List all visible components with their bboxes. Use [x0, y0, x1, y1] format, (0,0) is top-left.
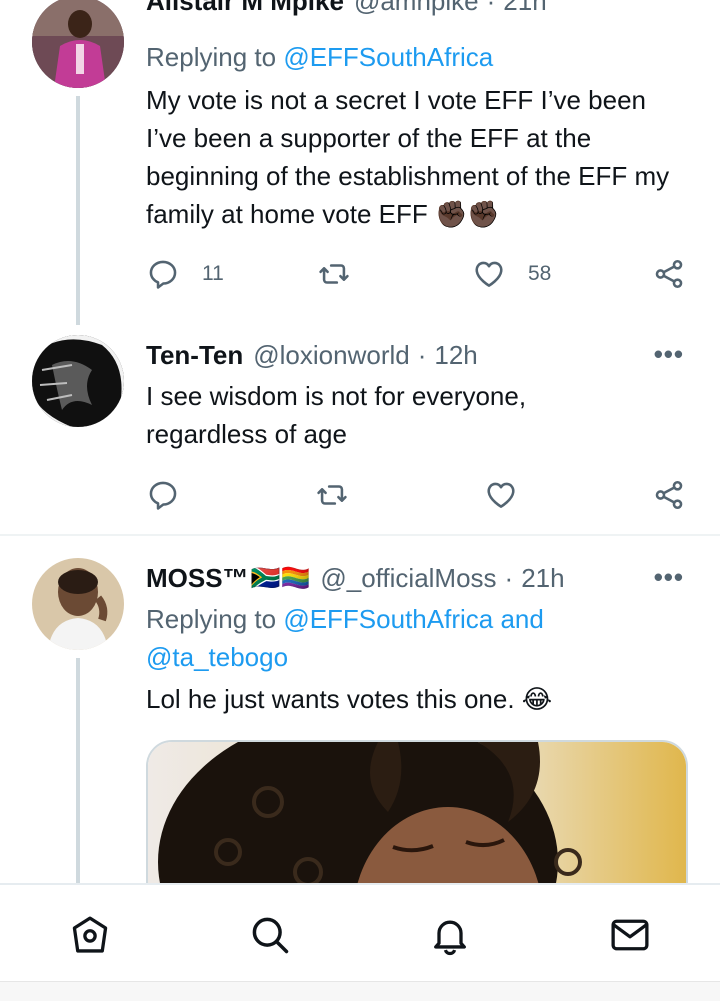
timestamp[interactable]: 21h: [503, 0, 546, 17]
thread-line: [76, 658, 80, 883]
tweet-text: I see wisdom is not for everyone, regard…: [146, 377, 606, 453]
replying-to-link[interactable]: @EFFSouthAfrica and: [283, 604, 544, 634]
home-tab[interactable]: [68, 913, 112, 957]
like-count: 58: [528, 262, 552, 285]
timestamp[interactable]: 12h: [434, 340, 477, 371]
tweet-header: Alistair M Mpike @amnpike · 21h: [146, 0, 547, 22]
like-button[interactable]: 58: [472, 254, 551, 294]
bottom-navigation: [0, 883, 720, 981]
raised-fist-emoji: ✊🏿✊🏿: [435, 199, 500, 229]
laughing-emoji: 😂: [521, 684, 553, 714]
notifications-icon: [434, 920, 466, 956]
home-icon: [72, 916, 108, 953]
tweet-header: Ten-Ten @loxionworld · 12h: [146, 339, 478, 371]
separator-dot: ·: [486, 0, 496, 16]
retweet-button[interactable]: [316, 254, 352, 294]
retweet-icon: [317, 485, 347, 505]
tweet-tenten[interactable]: Ten-Ten @loxionworld · 12h ••• I see wis…: [0, 325, 720, 535]
reply-count: 11: [202, 262, 224, 285]
avatar-photo: [32, 558, 124, 650]
replying-to-label: Replying to: [146, 604, 277, 634]
share-icon: [655, 480, 683, 510]
more-options-button[interactable]: •••: [654, 339, 684, 370]
tweet-actions: 11 58: [146, 254, 691, 294]
avatar-photo: [32, 335, 124, 427]
replying-to-label: Replying to: [146, 42, 277, 72]
flag-emojis: 🇿🇦🏳️‍🌈: [250, 564, 311, 592]
heart-icon: [487, 482, 515, 508]
tweet-actions: [146, 475, 691, 515]
separator-dot: ·: [504, 562, 514, 593]
reply-icon: [149, 260, 177, 289]
tweet-alistair[interactable]: Alistair M Mpike @amnpike · 21h Replying…: [0, 0, 720, 325]
tweet-text: Lol he just wants votes this one. 😂: [146, 680, 691, 718]
display-name[interactable]: Ten-Ten: [146, 340, 243, 371]
tweet-text-content: I see wisdom is not for everyone, regard…: [146, 381, 527, 449]
tweet-header: MOSS™ 🇿🇦🏳️‍🌈 @_officialMoss · 21h: [146, 562, 565, 594]
handle[interactable]: @loxionworld: [253, 340, 409, 371]
retweet-icon: [319, 264, 349, 284]
tweet-text-content: Lol he just wants votes this one.: [146, 684, 515, 714]
replying-to: Replying to @EFFSouthAfrica: [146, 38, 493, 76]
search-icon: [252, 917, 289, 954]
retweet-button[interactable]: [314, 475, 350, 515]
heart-icon: [475, 261, 503, 287]
messages-icon: [611, 919, 649, 951]
thread-line: [76, 96, 80, 325]
reply-button[interactable]: [146, 475, 180, 515]
reply-icon: [149, 481, 177, 510]
reply-button[interactable]: 11: [146, 254, 224, 294]
messages-tab[interactable]: [608, 913, 652, 957]
replying-to: Replying to @EFFSouthAfrica and @ta_tebo…: [146, 600, 606, 676]
timestamp[interactable]: 21h: [521, 563, 564, 594]
system-bar-edge: [0, 981, 720, 1001]
tweet-text: My vote is not a secret I vote EFF I’ve …: [146, 81, 691, 233]
more-options-button[interactable]: •••: [654, 562, 684, 593]
avatar[interactable]: [32, 0, 124, 88]
share-button[interactable]: [652, 475, 686, 515]
avatar[interactable]: [32, 335, 124, 427]
notifications-tab[interactable]: [428, 913, 472, 957]
display-name[interactable]: Alistair M Mpike: [146, 0, 344, 17]
display-name[interactable]: MOSS™: [146, 563, 249, 594]
share-icon: [655, 259, 683, 289]
avatar-photo: [32, 0, 124, 88]
handle[interactable]: @_officialMoss: [320, 563, 496, 594]
share-button[interactable]: [652, 254, 686, 294]
like-button[interactable]: [484, 475, 518, 515]
tweet-text-content: My vote is not a secret I vote EFF I’ve …: [146, 85, 670, 229]
avatar[interactable]: [32, 558, 124, 650]
search-tab[interactable]: [248, 913, 292, 957]
separator-dot: ·: [417, 339, 427, 370]
handle[interactable]: @amnpike: [354, 0, 479, 17]
replying-to-link[interactable]: @EFFSouthAfrica: [283, 42, 493, 72]
replying-to-link-2[interactable]: @ta_tebogo: [146, 642, 288, 672]
